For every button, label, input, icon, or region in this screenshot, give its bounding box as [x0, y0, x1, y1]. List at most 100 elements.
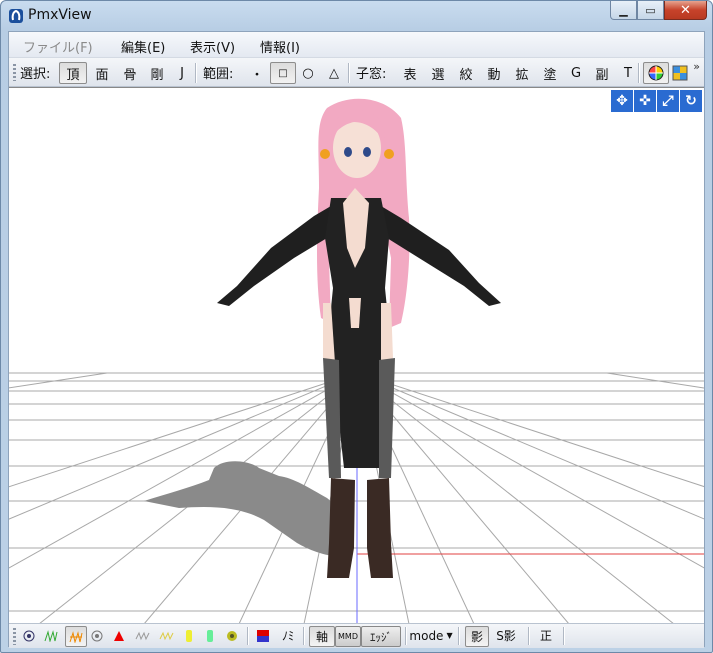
bottom-separator: [405, 627, 407, 645]
select-rigid-button[interactable]: 剛: [143, 62, 171, 84]
mmd-toggle[interactable]: MMD: [335, 626, 361, 647]
scene-canvas: [9, 98, 704, 624]
select-joint-button[interactable]: J: [170, 62, 194, 84]
move-z-icon[interactable]: ⤢: [657, 90, 679, 112]
select-label: 選択:: [20, 66, 51, 82]
model-stocking-left: [323, 358, 341, 478]
wire-green-icon: [44, 629, 58, 642]
mode-dropdown[interactable]: mode ▼: [409, 626, 453, 645]
model-leg-skin-right: [381, 303, 393, 363]
range-point-button[interactable]: ・: [245, 62, 269, 84]
toolbar: 選択: 頂 面 骨 剛 J 範囲: ・ □ ○ △ 子窓: 表 選 絞 動 拡 …: [9, 58, 704, 87]
model-headset-right: [384, 149, 394, 159]
select-bone-button[interactable]: 骨: [116, 62, 144, 84]
model-boot-right: [367, 478, 393, 578]
menu-bar: ファイル(F) 編集(E) 表示(V) 情報(I): [9, 32, 704, 58]
3d-viewport[interactable]: ✥ ✜ ⤢ ↻: [9, 87, 704, 624]
minimize-button[interactable]: ▁: [610, 1, 637, 20]
select-vertex-button[interactable]: 頂: [59, 62, 87, 84]
bottom-separator: [528, 627, 530, 645]
color-wheel-button[interactable]: [643, 62, 669, 84]
menu-file[interactable]: ファイル(F): [23, 37, 93, 56]
yellow-bone-toggle[interactable]: [181, 626, 197, 645]
child-select-button[interactable]: 選: [425, 62, 451, 84]
edge-toggle[interactable]: ｴｯｼﾞ: [361, 626, 401, 647]
app-icon: [9, 9, 23, 23]
yellow-wire-icon: [159, 631, 174, 640]
green-bone-toggle[interactable]: [202, 626, 218, 645]
toolbar-grip[interactable]: [13, 628, 16, 645]
menu-info[interactable]: 情報(I): [260, 37, 300, 56]
yellow-wire-toggle[interactable]: [157, 626, 177, 645]
range-circle-button[interactable]: ○: [295, 62, 321, 84]
front-view-button[interactable]: 正: [535, 626, 557, 645]
child-window-label: 子窓:: [356, 66, 387, 82]
red-triangle-toggle[interactable]: [110, 626, 128, 645]
close-button[interactable]: ✕: [664, 1, 707, 20]
layout-grid-button[interactable]: [667, 62, 693, 84]
target-dot-icon: [23, 630, 35, 641]
model-midriff: [349, 298, 361, 328]
rotate-icon[interactable]: ↻: [680, 90, 702, 112]
mode-label: mode: [409, 628, 444, 643]
bottom-separator: [563, 627, 565, 645]
child-g-button[interactable]: G: [564, 62, 588, 84]
toolbar-grip[interactable]: [13, 64, 16, 81]
bottom-separator: [247, 627, 249, 645]
bottom-separator: [458, 627, 460, 645]
axis-toggle[interactable]: 軸: [309, 626, 335, 647]
shadow-toggle[interactable]: 影: [465, 626, 489, 647]
joint-icon: [227, 630, 237, 641]
menu-edit[interactable]: 編集(E): [121, 37, 165, 56]
bottom-toolbar: ﾉﾐ 軸 MMD ｴｯｼﾞ mode ▼ 影 S影 正: [9, 623, 704, 648]
range-triangle-button[interactable]: △: [321, 62, 347, 84]
toolbar-separator: [195, 63, 197, 83]
mesh-orange-icon: [69, 630, 83, 643]
self-shadow-toggle[interactable]: S影: [491, 626, 521, 645]
child-filter-button[interactable]: 絞: [453, 62, 479, 84]
wire-green-toggle[interactable]: [42, 626, 60, 645]
gray-wire-icon: [135, 631, 150, 640]
gray-wire-toggle[interactable]: [133, 626, 153, 645]
wire-orange-toggle[interactable]: [65, 626, 87, 647]
menu-view[interactable]: 表示(V): [190, 37, 235, 56]
child-scale-button[interactable]: 拡: [509, 62, 535, 84]
color-wheel-icon: [648, 65, 664, 81]
nomi-toggle[interactable]: ﾉﾐ: [277, 626, 299, 645]
bottom-separator: [303, 627, 305, 645]
model-arm-left: [217, 206, 331, 306]
gray-target-icon: [91, 630, 103, 641]
client-area: ファイル(F) 編集(E) 表示(V) 情報(I) 選択: 頂 面 骨 剛 J …: [8, 31, 705, 648]
child-move-button[interactable]: 動: [481, 62, 507, 84]
child-t-button[interactable]: T: [616, 62, 640, 84]
vertex-dot-toggle[interactable]: [21, 626, 37, 645]
color-swatch-toggle[interactable]: [254, 626, 272, 645]
chevron-down-icon: ▼: [446, 631, 453, 640]
move-xz-icon[interactable]: ✜: [634, 90, 656, 112]
toolbar-overflow-chevron[interactable]: »: [693, 60, 700, 73]
model-eye-left: [344, 147, 352, 157]
child-table-button[interactable]: 表: [397, 62, 423, 84]
viewport-tools: ✥ ✜ ⤢ ↻: [611, 90, 702, 112]
model-headset-left: [320, 149, 330, 159]
maximize-button[interactable]: ▭: [637, 1, 664, 20]
grid-layout-icon: [672, 65, 688, 81]
child-paint-button[interactable]: 塗: [537, 62, 563, 84]
green-bone-icon: [207, 629, 213, 642]
select-face-button[interactable]: 面: [88, 62, 116, 84]
gray-dot-toggle[interactable]: [89, 626, 105, 645]
window-title: PmxView: [28, 7, 92, 23]
child-sub-button[interactable]: 副: [589, 62, 615, 84]
model-stocking-right: [379, 358, 395, 478]
range-rect-button[interactable]: □: [270, 62, 296, 84]
range-label: 範囲:: [203, 66, 234, 82]
model-eye-right: [363, 147, 371, 157]
move-xy-icon[interactable]: ✥: [611, 90, 633, 112]
toolbar-separator: [348, 63, 350, 83]
red-triangle-icon: [114, 630, 124, 641]
joint-toggle[interactable]: [223, 626, 241, 645]
title-bar[interactable]: PmxView ▁ ▭ ✕: [1, 1, 712, 31]
color-swatch-icon: [257, 629, 269, 642]
app-window: PmxView ▁ ▭ ✕ ファイル(F) 編集(E) 表示(V) 情報(I) …: [0, 0, 713, 653]
yellow-bone-icon: [186, 629, 192, 642]
